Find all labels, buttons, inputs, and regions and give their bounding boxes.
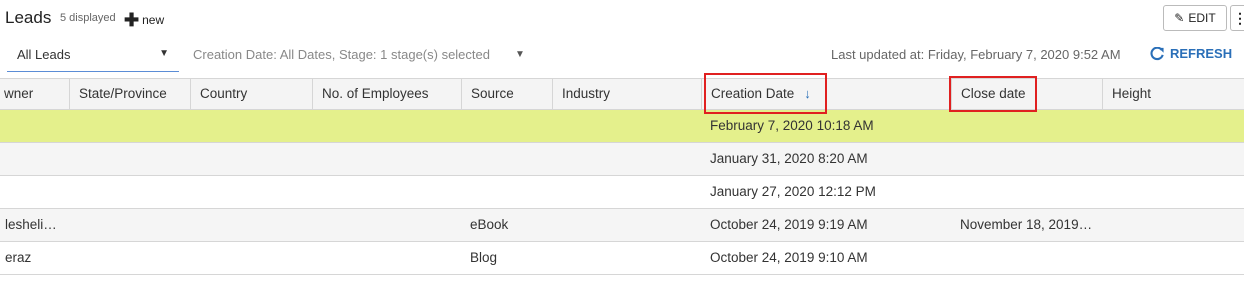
refresh-icon (1150, 46, 1164, 60)
cell-close-date: November 18, 2019… (960, 217, 1093, 232)
table-header: wner State/Province Country No. of Emplo… (0, 78, 1244, 110)
view-select-value: All Leads (17, 47, 71, 62)
cell-source: eBook (470, 217, 509, 232)
cell-close-date (960, 242, 1095, 274)
chevron-down-icon: ▼ (159, 48, 169, 59)
cell-source: Blog (470, 250, 498, 265)
new-label: new (142, 13, 165, 27)
column-header-creation-date[interactable]: Creation Date ↓ (701, 79, 951, 109)
cell-creation-date: February 7, 2020 10:18 AM (710, 118, 874, 133)
view-select[interactable]: All Leads ▼ (7, 40, 179, 72)
filter-criteria[interactable]: Creation Date: All Dates, Stage: 1 stage… (193, 47, 490, 62)
table-row[interactable]: lesheli… eBook October 24, 2019 9:19 AM … (0, 209, 1244, 242)
column-header-height[interactable]: Height (1102, 79, 1244, 109)
table-row[interactable]: January 31, 2020 8:20 AM (0, 143, 1244, 176)
cell-creation-date: January 31, 2020 8:20 AM (710, 151, 868, 166)
last-updated-text: Last updated at: Friday, February 7, 202… (831, 47, 1121, 62)
cell-source (470, 110, 550, 142)
plus-icon: ✚ (124, 10, 140, 30)
pencil-icon: ✎ (1174, 11, 1185, 25)
new-lead-button[interactable]: ✚ new (124, 10, 164, 31)
displayed-count: 5 displayed (60, 12, 116, 24)
refresh-label: REFRESH (1170, 46, 1233, 61)
column-header-owner[interactable]: wner (0, 79, 69, 109)
cell-close-date (960, 176, 1095, 208)
cell-source (470, 143, 550, 175)
column-header-close-date[interactable]: Close date (951, 79, 1102, 109)
table-row[interactable]: January 27, 2020 12:12 PM (0, 176, 1244, 209)
cell-owner (5, 110, 65, 142)
refresh-button[interactable]: REFRESH (1150, 46, 1232, 61)
cell-creation-date: January 27, 2020 12:12 PM (710, 184, 876, 199)
column-header-industry[interactable]: Industry (552, 79, 701, 109)
column-header-source[interactable]: Source (461, 79, 552, 109)
table-row[interactable]: February 7, 2020 10:18 AM (0, 110, 1244, 143)
column-header-employees[interactable]: No. of Employees (312, 79, 461, 109)
cell-creation-date: October 24, 2019 9:19 AM (710, 217, 868, 232)
cell-close-date (960, 110, 1095, 142)
edit-button[interactable]: ✎ EDIT (1163, 5, 1227, 31)
table-row[interactable]: eraz Blog October 24, 2019 9:10 AM (0, 242, 1244, 275)
column-header-state[interactable]: State/Province (69, 79, 190, 109)
kebab-menu-icon: ⋮ (1233, 9, 1244, 26)
edit-label: EDIT (1188, 11, 1216, 25)
cell-owner: lesheli… (5, 217, 57, 232)
more-menu-button[interactable]: ⋮ (1230, 5, 1244, 31)
cell-owner: eraz (5, 250, 32, 265)
page-title: Leads (5, 8, 52, 27)
cell-creation-date: October 24, 2019 9:10 AM (710, 250, 868, 265)
cell-close-date (960, 143, 1095, 175)
column-header-country[interactable]: Country (190, 79, 312, 109)
sort-descending-icon: ↓ (804, 86, 811, 101)
creation-date-label: Creation Date (711, 86, 795, 101)
filter-chevron-down-icon[interactable]: ▼ (515, 49, 525, 60)
cell-owner (5, 143, 65, 175)
cell-owner (5, 176, 65, 208)
cell-source (470, 176, 550, 208)
